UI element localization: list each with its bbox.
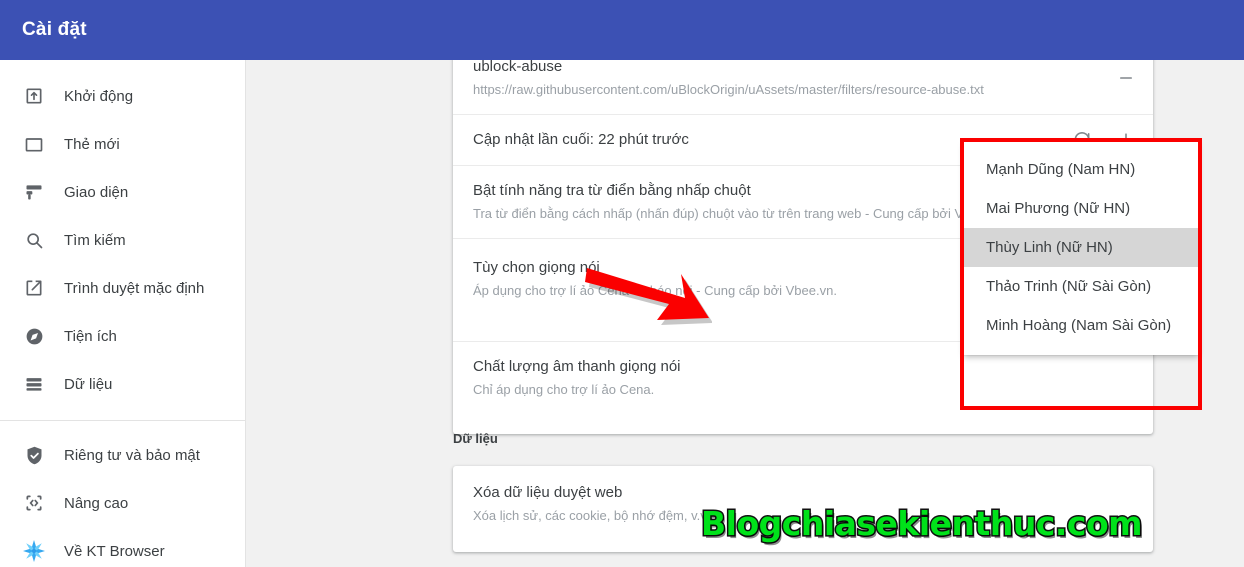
data-icon <box>14 370 54 398</box>
dropdown-option[interactable]: Mạnh Dũng (Nam HN) <box>964 150 1198 189</box>
dropdown-option[interactable]: Minh Hoàng (Nam Sài Gòn) <box>964 306 1198 345</box>
section-heading-next <box>453 558 457 567</box>
new-tab-icon <box>14 130 54 158</box>
section-heading-du-lieu: Dữ liệu <box>453 431 498 446</box>
row-subtitle: Chỉ áp dụng cho trợ lí ảo Cena. <box>473 382 655 397</box>
sidebar-item-label: Trình duyệt mặc định <box>64 279 205 297</box>
kt-browser-logo-icon <box>14 537 54 565</box>
sidebar-item-rieng-tu-va-bao-mat[interactable]: Riêng tư và bảo mật <box>0 431 245 479</box>
sidebar-item-du-lieu[interactable]: Dữ liệu <box>0 360 245 408</box>
sidebar-divider <box>0 420 245 421</box>
appearance-icon <box>14 178 54 206</box>
sidebar-item-tien-ich[interactable]: Tiện ích <box>0 312 245 360</box>
row-title: Xóa dữ liệu duyệt web <box>473 484 623 501</box>
app-bar: Cài đặt <box>0 0 1244 60</box>
settings-page: Cài đặt Khởi động Thẻ mới Giao diện Tìm … <box>0 0 1244 567</box>
voice-quality-row[interactable]: Chất lượng âm thanh giọng nói Chỉ áp dụn… <box>453 342 1153 434</box>
sidebar-item-label: Thẻ mới <box>64 135 120 153</box>
settings-content: ublock-abuse https://raw.githubuserconte… <box>246 60 1244 567</box>
voice-dropdown-menu[interactable]: Mạnh Dũng (Nam HN) Mai Phương (Nữ HN) Th… <box>964 142 1198 355</box>
shield-check-icon <box>14 441 54 469</box>
code-brackets-icon <box>14 489 54 517</box>
filter-list-row[interactable]: ublock-abuse https://raw.githubuserconte… <box>453 60 1153 115</box>
row-actions <box>1113 65 1139 91</box>
sidebar-item-label: Nâng cao <box>64 494 129 512</box>
data-card[interactable]: Xóa dữ liệu duyệt web Xóa lịch sử, các c… <box>453 466 1153 552</box>
startup-icon <box>14 82 54 110</box>
sidebar-item-giao-dien[interactable]: Giao diện <box>0 168 245 216</box>
default-browser-icon <box>14 274 54 302</box>
dropdown-option[interactable]: Mai Phương (Nữ HN) <box>964 189 1198 228</box>
sidebar-item-label: Dữ liệu <box>64 375 113 393</box>
sidebar-item-label: Tiện ích <box>64 327 117 345</box>
sidebar-item-label: Riêng tư và bảo mật <box>64 446 200 464</box>
sidebar-item-ve-kt-browser[interactable]: Về KT Browser <box>0 527 245 567</box>
sidebar-item-nang-cao[interactable]: Nâng cao <box>0 479 245 527</box>
sidebar-item-label: Khởi động <box>64 87 134 105</box>
page-title: Cài đặt <box>22 19 87 40</box>
sidebar-item-trinh-duyet-mac-dinh[interactable]: Trình duyệt mặc định <box>0 264 245 312</box>
sidebar-item-label: Về KT Browser <box>64 542 165 560</box>
dropdown-option-selected[interactable]: Thùy Linh (Nữ HN) <box>964 228 1198 267</box>
row-title: ublock-abuse <box>473 60 563 75</box>
sidebar-item-label: Giao diện <box>64 183 129 201</box>
sidebar-item-the-moi[interactable]: Thẻ mới <box>0 120 245 168</box>
search-icon <box>14 226 54 254</box>
extensions-icon <box>14 322 54 350</box>
dropdown-option[interactable]: Thảo Trinh (Nữ Sài Gòn) <box>964 267 1198 306</box>
sidebar-item-tim-kiem[interactable]: Tìm kiếm <box>0 216 245 264</box>
sidebar-item-label: Tìm kiếm <box>64 231 126 249</box>
minus-icon[interactable] <box>1113 65 1139 91</box>
row-subtitle: Xóa lịch sử, các cookie, bộ nhớ đệm, v.v… <box>473 508 710 523</box>
sidebar-item-khoi-dong[interactable]: Khởi động <box>0 72 245 120</box>
sidebar: Khởi động Thẻ mới Giao diện Tìm kiếm Trì… <box>0 60 246 567</box>
row-subtitle: https://raw.githubusercontent.com/uBlock… <box>473 82 984 97</box>
row-title: Chất lượng âm thanh giọng nói <box>473 358 681 375</box>
